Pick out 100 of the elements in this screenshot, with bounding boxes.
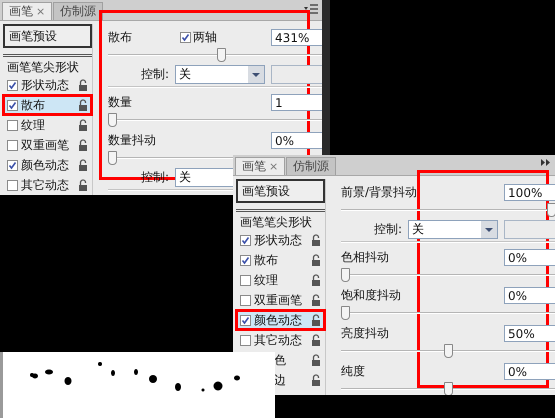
option-label[interactable]: 色 xyxy=(274,352,308,368)
setting-label: 色相抖动 xyxy=(341,248,390,266)
checkbox[interactable] xyxy=(7,80,18,90)
brush-option-row[interactable]: 其它动态 xyxy=(3,175,92,195)
slider-thumb[interactable] xyxy=(547,203,555,217)
lock-icon[interactable] xyxy=(311,354,321,366)
setting-label: 纯度 xyxy=(341,362,366,380)
option-label[interactable]: 边 xyxy=(274,372,308,388)
collapse-icon[interactable] xyxy=(541,159,551,166)
option-label: 纹理 xyxy=(254,272,279,288)
lock-icon[interactable] xyxy=(78,119,88,131)
brush-option-row[interactable]: 颜色动态 xyxy=(3,155,92,175)
option-label: 其它动态 xyxy=(21,176,70,194)
value-field[interactable]: 1 xyxy=(271,94,322,110)
checkbox[interactable] xyxy=(240,294,251,306)
brush-option-row[interactable]: 其它动态 xyxy=(236,330,325,350)
checkbox[interactable] xyxy=(240,314,251,326)
brush-presets-button[interactable]: 画笔预设 xyxy=(236,179,325,203)
lock-icon[interactable] xyxy=(311,314,321,326)
value-field[interactable]: 0% xyxy=(504,248,555,266)
empty-field xyxy=(271,64,322,84)
checkbox[interactable] xyxy=(240,274,251,286)
slider-thumb[interactable] xyxy=(341,268,350,282)
option-label: 形状动态 xyxy=(254,232,303,248)
panel-tab[interactable]: 画笔 × xyxy=(2,2,52,20)
setting-label: 饱和度抖动 xyxy=(341,286,402,304)
brush-option-row[interactable]: 颜色动态 xyxy=(236,310,325,330)
control-label: 控制: xyxy=(141,66,170,82)
option-label: 散布 xyxy=(21,96,46,114)
lock-icon[interactable] xyxy=(78,79,88,91)
brush-presets-button[interactable]: 画笔预设 xyxy=(3,24,92,48)
brush-option-row[interactable]: 形状动态 xyxy=(236,230,325,250)
checkbox[interactable] xyxy=(7,160,18,170)
option-label: 两轴 xyxy=(193,28,217,46)
lock-icon[interactable] xyxy=(311,294,321,306)
slider-thumb[interactable] xyxy=(444,382,454,395)
slider-thumb[interactable] xyxy=(217,48,226,62)
brush-option-row[interactable]: 散布 xyxy=(236,250,325,270)
close-button[interactable]: × xyxy=(269,160,278,173)
option-label: 颜色动态 xyxy=(21,156,70,174)
brush-option-row[interactable]: 散布 xyxy=(3,95,92,115)
tab-label[interactable]: 仿制源 xyxy=(60,3,96,20)
value-field[interactable]: 431% xyxy=(271,28,322,46)
setting-label: 散布 xyxy=(108,28,133,46)
checkbox[interactable] xyxy=(7,100,18,110)
option-label: 散布 xyxy=(254,252,279,268)
option-label: 双重画笔 xyxy=(254,292,303,308)
checkbox[interactable] xyxy=(240,234,251,246)
value-field[interactable]: 0% xyxy=(271,132,322,148)
lock-icon[interactable] xyxy=(78,99,88,111)
setting-label: 数量 xyxy=(108,94,133,110)
lock-icon[interactable] xyxy=(78,179,88,191)
setting-label: 亮度抖动 xyxy=(341,324,390,342)
lock-icon[interactable] xyxy=(311,254,321,266)
value-field[interactable]: 100% xyxy=(504,184,555,200)
brush-option-row[interactable]: 纹理 xyxy=(236,270,325,290)
lock-icon[interactable] xyxy=(311,374,321,386)
setting-label: 数量抖动 xyxy=(108,132,157,148)
checkbox[interactable] xyxy=(7,140,18,150)
checkbox[interactable] xyxy=(7,180,18,190)
slider-thumb[interactable] xyxy=(108,113,117,127)
control-dropdown[interactable]: 关 xyxy=(408,220,498,238)
brush-tip-shape-item[interactable]: 画笔笔尖形状 xyxy=(3,54,92,75)
setting-label: 前景/背景抖动 xyxy=(341,184,418,200)
panel-tab[interactable]: 仿制源 xyxy=(286,157,336,175)
brush-option-row[interactable]: 双重画笔 xyxy=(236,290,325,310)
panel-tab[interactable]: 仿制源 xyxy=(53,2,104,20)
lock-icon[interactable] xyxy=(311,234,321,246)
tab-label[interactable]: 画笔 xyxy=(9,3,33,20)
brush-tip-shape-item[interactable]: 画笔笔尖形状 xyxy=(236,209,325,230)
brush-option-row[interactable]: 双重画笔 xyxy=(3,135,92,155)
tab-label[interactable]: 仿制源 xyxy=(293,158,330,175)
lock-icon[interactable] xyxy=(311,274,321,286)
option-label: 纹理 xyxy=(21,116,46,134)
value-field[interactable]: 50% xyxy=(504,324,555,342)
option-label: 形状动态 xyxy=(21,76,70,94)
slider-track[interactable] xyxy=(341,382,555,395)
option-label: 颜色动态 xyxy=(254,312,303,328)
brush-option-row[interactable]: 纹理 xyxy=(3,115,92,135)
menu-icon[interactable] xyxy=(304,4,318,14)
value-field[interactable]: 0% xyxy=(504,362,555,380)
checkbox[interactable] xyxy=(240,334,251,346)
brush-option-row[interactable]: 形状动态 xyxy=(3,75,92,95)
lock-icon[interactable] xyxy=(78,139,88,151)
checkbox[interactable] xyxy=(180,32,191,42)
option-label: 其它动态 xyxy=(254,332,303,348)
panel-tab[interactable]: 画笔 × xyxy=(235,157,286,175)
lock-icon[interactable] xyxy=(78,159,88,171)
slider-thumb[interactable] xyxy=(341,306,350,320)
slider-thumb[interactable] xyxy=(444,344,454,358)
checkbox[interactable] xyxy=(7,120,18,130)
slider-thumb[interactable] xyxy=(108,151,117,165)
control-dropdown[interactable]: 关 xyxy=(175,64,266,84)
value-field[interactable]: 0% xyxy=(504,286,555,304)
control-label: 控制: xyxy=(374,220,402,238)
option-label: 双重画笔 xyxy=(21,136,70,154)
lock-icon[interactable] xyxy=(311,334,321,346)
close-button[interactable]: × xyxy=(36,5,46,18)
checkbox[interactable] xyxy=(240,254,251,266)
control-label: 控制: xyxy=(141,168,170,186)
